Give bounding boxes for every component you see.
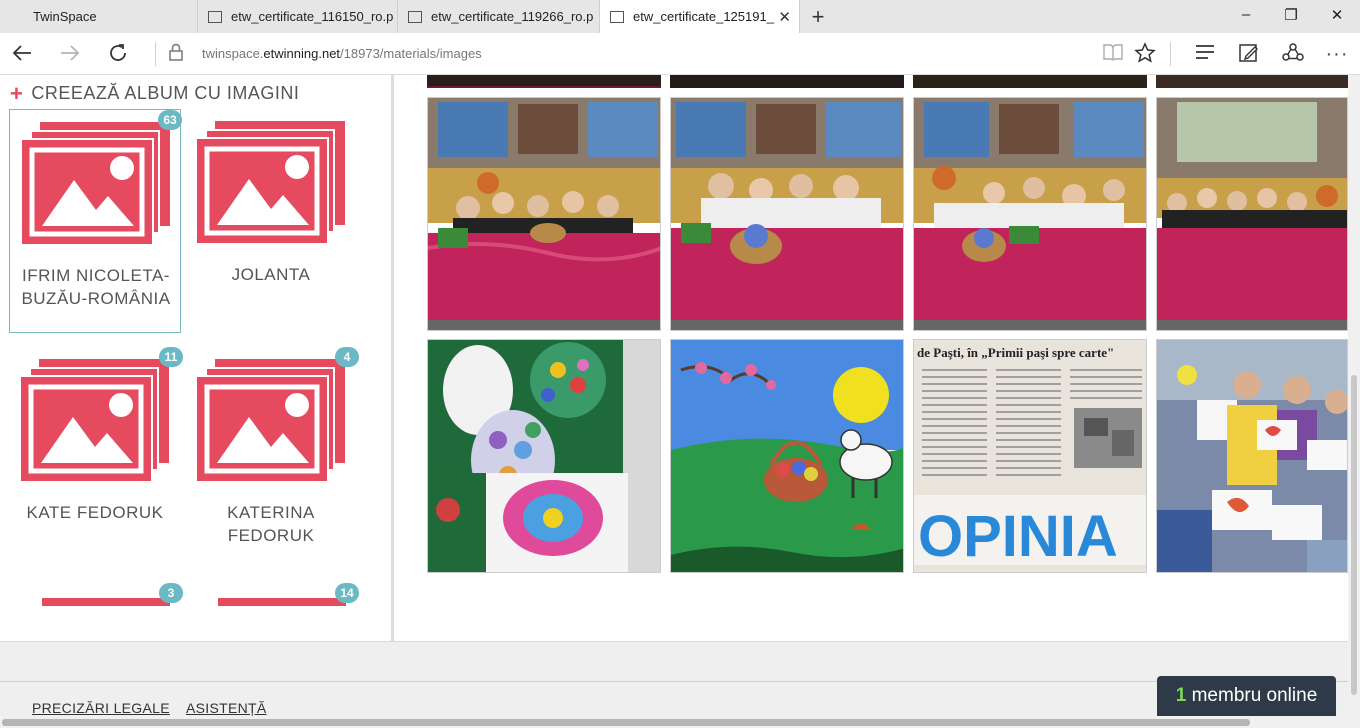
photo-thumbnail-easter-lamb-drawing[interactable] bbox=[670, 339, 904, 573]
legal-notice-link[interactable]: PRECIZĂRI LEGALE bbox=[32, 700, 170, 716]
footer-spacer bbox=[0, 641, 1348, 681]
more-menu-icon[interactable]: ··· bbox=[1325, 42, 1349, 66]
reading-view-icon[interactable] bbox=[1101, 42, 1125, 68]
tab-title: TwinSpace bbox=[33, 9, 97, 24]
minimize-icon[interactable]: – bbox=[1236, 6, 1256, 23]
album-name: JOLANTA bbox=[231, 265, 311, 284]
photo-thumbnail-partial[interactable] bbox=[913, 75, 1147, 88]
newspaper-masthead: OPINIA bbox=[918, 504, 1118, 569]
url-host: etwinning.net bbox=[263, 46, 341, 61]
horizontal-scrollbar[interactable] bbox=[0, 716, 1360, 728]
tab-twinspace[interactable]: TwinSpace bbox=[0, 0, 198, 33]
page-icon bbox=[408, 10, 422, 23]
album-name: KATE FEDORUK bbox=[26, 503, 164, 522]
help-link[interactable]: ASISTENȚĂ bbox=[186, 700, 267, 716]
horizontal-scrollbar-thumb[interactable] bbox=[2, 719, 1250, 726]
photo-thumbnail-partial[interactable] bbox=[427, 75, 661, 88]
page-content: + CREEAZĂ ALBUM CU IMAGINI 63 IFRIM NICO… bbox=[0, 75, 1348, 718]
lock-icon[interactable] bbox=[164, 42, 188, 68]
tab-certificate-125191[interactable]: etw_certificate_125191_ ✕ bbox=[600, 0, 800, 33]
image-album-icon bbox=[19, 359, 169, 483]
hub-menu-icon[interactable] bbox=[1193, 42, 1217, 68]
page-icon bbox=[208, 10, 222, 23]
image-album-icon bbox=[195, 359, 345, 483]
image-album-icon bbox=[195, 121, 345, 245]
photo-thumbnail-children-drawings[interactable] bbox=[1156, 339, 1348, 573]
album-kate-fedoruk[interactable]: 11 KATE FEDORUK bbox=[9, 347, 183, 547]
photo-thumbnail-classroom-4[interactable] bbox=[1156, 97, 1348, 331]
create-album-button[interactable]: + CREEAZĂ ALBUM CU IMAGINI bbox=[10, 80, 300, 106]
album-count-badge: 14 bbox=[335, 583, 359, 603]
newspaper-headline: de Paşti, în „Primii paşi spre carte" bbox=[917, 345, 1114, 360]
album-ifrim-nicoleta[interactable]: 63 IFRIM NICOLETA-BUZĂU-ROMÂNIA bbox=[9, 109, 182, 333]
album-count-badge: 63 bbox=[158, 110, 182, 130]
online-label: membru online bbox=[1186, 685, 1318, 706]
page-icon bbox=[10, 11, 24, 23]
create-album-label: CREEAZĂ ALBUM CU IMAGINI bbox=[31, 83, 300, 103]
tab-title: etw_certificate_119266_ro.p bbox=[431, 9, 594, 24]
close-tab-icon[interactable]: ✕ bbox=[778, 8, 791, 26]
album-katerina-fedoruk[interactable]: 4 KATERINA FEDORUK bbox=[185, 347, 359, 547]
url-path: /18973/materials/images bbox=[340, 46, 482, 61]
back-arrow-icon[interactable] bbox=[10, 42, 34, 70]
photo-thumbnail-partial[interactable] bbox=[670, 75, 904, 88]
album-sidebar: + CREEAZĂ ALBUM CU IMAGINI 63 IFRIM NICO… bbox=[0, 75, 394, 641]
image-gallery: de Paşti, în „Primii paşi spre carte" OP… bbox=[427, 75, 1348, 641]
plus-icon: + bbox=[10, 80, 24, 106]
album-top-edge bbox=[218, 598, 346, 606]
photo-thumbnail-partial[interactable] bbox=[1156, 75, 1348, 88]
tab-certificate-116150[interactable]: etw_certificate_116150_ro.p bbox=[198, 0, 398, 33]
tab-certificate-119266[interactable]: etw_certificate_119266_ro.p bbox=[398, 0, 600, 33]
album-count-badge: 4 bbox=[335, 347, 359, 367]
favorite-star-icon[interactable] bbox=[1133, 42, 1157, 70]
page-footer: PRECIZĂRI LEGALE ASISTENȚĂ bbox=[0, 681, 1348, 718]
photo-thumbnail-quilled-eggs[interactable] bbox=[427, 339, 661, 573]
vertical-scrollbar-thumb[interactable] bbox=[1351, 375, 1357, 695]
address-bar[interactable]: twinspace.etwinning.net/18973/materials/… bbox=[202, 46, 482, 61]
photo-thumbnail-classroom-2[interactable] bbox=[670, 97, 904, 331]
photo-thumbnail-classroom-3[interactable] bbox=[913, 97, 1147, 331]
forward-arrow-icon[interactable] bbox=[58, 42, 82, 70]
web-note-icon[interactable] bbox=[1237, 42, 1261, 70]
online-count: 1 bbox=[1175, 685, 1187, 706]
browser-toolbar: twinspace.etwinning.net/18973/materials/… bbox=[0, 33, 1360, 75]
vertical-scrollbar[interactable] bbox=[1348, 75, 1360, 718]
album-name: IFRIM NICOLETA-BUZĂU-ROMÂNIA bbox=[21, 266, 171, 308]
restore-icon[interactable]: ❐ bbox=[1281, 6, 1301, 24]
new-tab-icon[interactable]: + bbox=[807, 4, 829, 30]
online-members-widget[interactable]: 1 membru online bbox=[1157, 676, 1336, 718]
album-partial-6[interactable]: 14 bbox=[185, 583, 359, 623]
tab-title: etw_certificate_125191_ bbox=[633, 9, 774, 24]
photo-thumbnail-newspaper-clipping[interactable]: de Paşti, în „Primii paşi spre carte" OP… bbox=[913, 339, 1147, 573]
album-top-edge bbox=[42, 598, 170, 606]
url-prefix: twinspace. bbox=[202, 46, 264, 61]
album-partial-5[interactable]: 3 bbox=[9, 583, 183, 623]
close-window-icon[interactable]: ✕ bbox=[1327, 6, 1347, 24]
share-icon[interactable] bbox=[1281, 42, 1305, 70]
album-count-badge: 11 bbox=[159, 347, 183, 367]
refresh-icon[interactable] bbox=[106, 42, 130, 70]
album-jolanta[interactable]: JOLANTA bbox=[185, 109, 357, 333]
browser-tab-bar: TwinSpace etw_certificate_116150_ro.p et… bbox=[0, 0, 1360, 33]
album-count-badge: 3 bbox=[159, 583, 183, 603]
album-name: KATERINA FEDORUK bbox=[227, 503, 315, 545]
tab-title: etw_certificate_116150_ro.p bbox=[231, 9, 394, 24]
image-album-icon bbox=[20, 122, 170, 246]
page-icon bbox=[610, 10, 624, 23]
photo-thumbnail-classroom-1[interactable] bbox=[427, 97, 661, 331]
